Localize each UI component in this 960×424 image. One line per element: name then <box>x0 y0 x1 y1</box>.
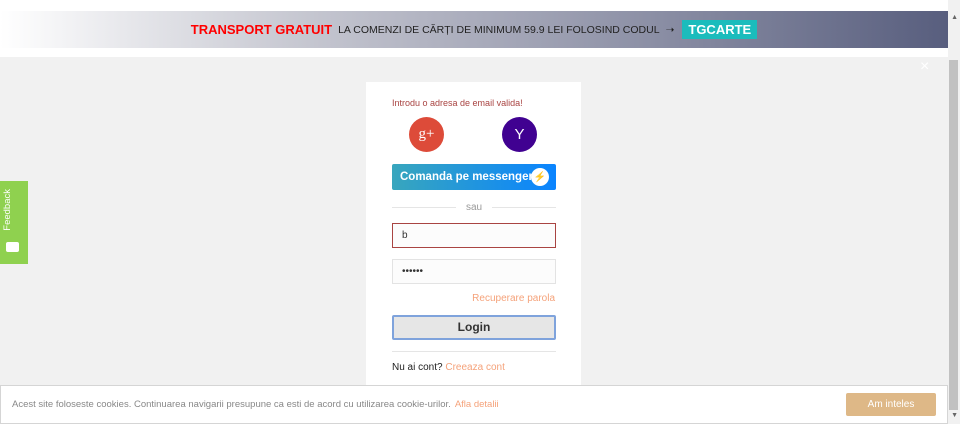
close-icon[interactable]: × <box>920 58 929 76</box>
email-error: Introdu o adresa de email valida! <box>392 98 523 108</box>
messenger-icon: ⚡ <box>531 168 549 186</box>
login-card: Introdu o adresa de email valida! g+ Y C… <box>366 82 581 402</box>
password-input[interactable]: •••••• <box>392 259 556 284</box>
cookie-details-link[interactable]: Afla detalii <box>455 399 499 410</box>
yahoo-login-button[interactable]: Y <box>502 117 537 152</box>
no-account-text: Nu ai cont? Creeaza cont <box>392 362 505 373</box>
create-account-link[interactable]: Creeaza cont <box>445 362 504 373</box>
email-input[interactable]: b <box>392 223 556 248</box>
promo-highlight: TRANSPORT GRATUIT <box>190 22 333 37</box>
promo-code: TGCARTE <box>682 20 758 39</box>
cookie-bar: Acest site foloseste cookies. Continuare… <box>0 385 948 424</box>
messenger-button[interactable]: Comanda pe messenger ⚡ <box>392 164 556 190</box>
feedback-icon <box>6 242 19 252</box>
promo-text: LA COMENZI DE CĂRȚI DE MINIMUM 59.9 LEI … <box>338 23 660 36</box>
promo-banner[interactable]: TRANSPORT GRATUIT LA COMENZI DE CĂRȚI DE… <box>0 11 948 48</box>
feedback-tab[interactable]: Feedback <box>0 181 28 264</box>
or-label: sau <box>465 202 483 213</box>
arrow-icon: ➝ <box>665 23 675 36</box>
scrollbar-thumb[interactable] <box>949 60 958 410</box>
messenger-label: Comanda pe messenger <box>400 171 533 183</box>
or-divider: sau <box>392 202 556 213</box>
scroll-up-icon[interactable]: ▲ <box>951 14 958 21</box>
scrollbar[interactable]: ▲ ▼ <box>948 0 960 424</box>
login-button[interactable]: Login <box>392 315 556 340</box>
feedback-label: Feedback <box>2 189 13 231</box>
cookie-text: Acest site foloseste cookies. Continuare… <box>12 399 451 410</box>
google-login-button[interactable]: g+ <box>409 117 444 152</box>
scroll-down-icon[interactable]: ▼ <box>951 412 958 419</box>
recover-password-link[interactable]: Recuperare parola <box>472 293 555 304</box>
accept-cookies-button[interactable]: Am inteles <box>846 393 936 416</box>
divider <box>392 351 556 352</box>
no-account-label: Nu ai cont? <box>392 362 443 373</box>
